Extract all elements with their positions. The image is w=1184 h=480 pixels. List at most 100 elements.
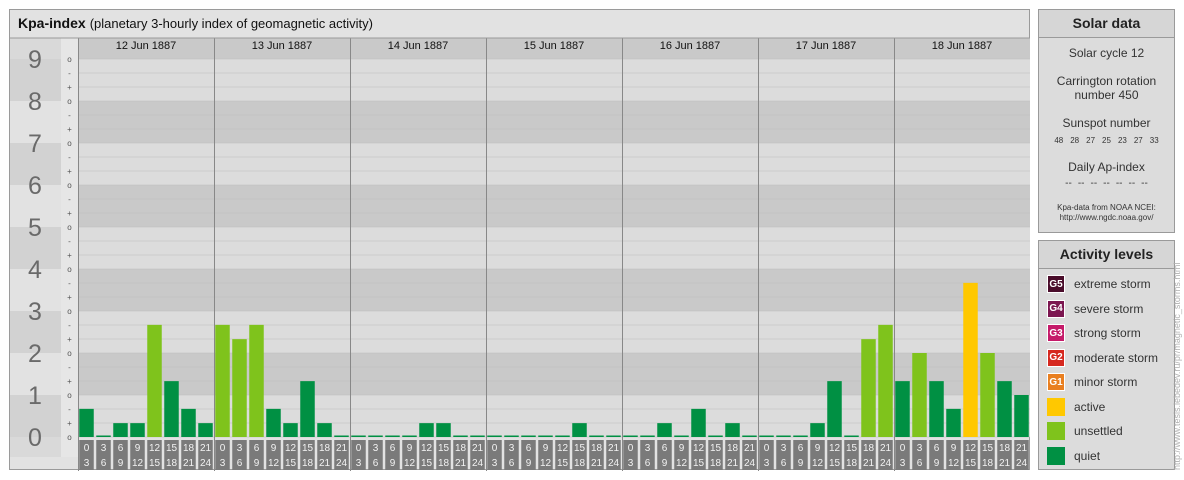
time-slot-start: 0 [628,443,634,454]
sub-tick-label: - [68,153,71,162]
sunspot-value: 25 [1102,136,1111,145]
time-slot-start: 3 [781,443,787,454]
kp-bar [997,381,1012,437]
level-swatch: G3 [1047,324,1065,343]
level-code: G1 [1049,376,1063,388]
time-slot-start: 9 [951,443,957,454]
time-slot-start: 6 [390,443,396,454]
time-slot-end: 9 [390,458,396,469]
kp-bar [538,435,553,437]
kp-bar [300,381,315,437]
day-label: 12 Jun 1887 [116,40,177,52]
time-slot-end: 18 [982,458,994,469]
time-slot-start: 18 [455,443,467,454]
time-slot-end: 15 [693,458,705,469]
time-slot-start: 0 [84,443,90,454]
source-link[interactable]: http://www.ngdc.noaa.gov/ [1039,213,1174,223]
time-slot-start: 3 [917,443,923,454]
time-slot-start: 18 [183,443,195,454]
time-slot-end: 12 [812,458,824,469]
sub-tick-label: - [68,237,71,246]
time-slot-start: 6 [118,443,124,454]
time-slot-end: 3 [84,458,90,469]
day-label: 13 Jun 1887 [252,40,313,52]
kpa-chart-panel: 0 1 2 3 4 5 6 7 8 9 o + - o + - o + - o + - o + - o + - o + - o + - o + - o 12… [9,9,1030,471]
sub-tick-label: - [68,321,71,330]
y-tick-label: 7 [28,130,42,158]
kp-bar [181,408,196,437]
level-swatch: G1 [1047,373,1065,392]
kpa-chart: 0123456789o+-o+-o+-o+-o+-o+-o+-o+-o+-o12… [10,37,1030,471]
kp-bar [283,423,298,437]
y-band [78,143,1030,185]
sub-tick-label: + [67,335,72,344]
level-extreme: G5 extreme storm [1039,272,1174,297]
time-slot-start: 15 [846,443,858,454]
sub-tick-label: - [68,279,71,288]
time-slot-start: 3 [509,443,515,454]
activity-levels-list: G5 extreme storm G4 severe storm G3 strong … [1039,269,1174,468]
time-slot-start: 6 [662,443,668,454]
time-slot-start: 21 [472,443,484,454]
kp-bar [759,435,774,437]
kp-bar [640,435,655,437]
time-slot-end: 21 [319,458,331,469]
time-slot-end: 3 [764,458,770,469]
time-slot-start: 12 [421,443,433,454]
time-slot-start: 3 [237,443,243,454]
time-slot-end: 24 [744,458,756,469]
kp-bar [980,353,995,437]
time-slot-end: 15 [829,458,841,469]
activity-levels-panel: Activity levels G5 extreme storm G4 severe… [1038,240,1175,470]
kp-bar [147,324,162,437]
level-strong: G3 strong storm [1039,321,1174,346]
time-slot-start: 15 [710,443,722,454]
kp-bar [419,423,434,437]
kp-bar [232,339,247,437]
day-label: 14 Jun 1887 [388,40,449,52]
y-band [78,227,1030,269]
time-slot-start: 21 [336,443,348,454]
level-label: moderate storm [1074,350,1159,365]
level-label: active [1074,399,1106,414]
time-slot-start: 0 [356,443,362,454]
time-slot-end: 18 [302,458,314,469]
time-slot-start: 18 [319,443,331,454]
time-slot-end: 3 [356,458,362,469]
sub-tick-label: + [67,125,72,134]
sunspot-value: 27 [1133,136,1143,145]
sunspot-value: 48 [1054,136,1064,145]
time-slot-end: 21 [863,458,875,469]
sunspot-value: 23 [1117,136,1127,145]
kp-bar [776,435,791,437]
time-slot-end: 12 [268,458,280,469]
time-slot-end: 6 [917,458,923,469]
time-slot-end: 12 [404,458,416,469]
time-slot-start: 21 [608,443,620,454]
time-slot-end: 6 [237,458,243,469]
sub-tick-label: + [67,209,72,218]
sunspot-value: 33 [1149,136,1159,145]
y-band [78,185,1030,227]
sunspot-values: 48 28 27 25 23 27 33 [1039,136,1174,145]
time-slot-start: 18 [863,443,875,454]
carrington-line2: number 450 [1074,88,1139,102]
sub-tick-label: o [67,391,72,400]
time-slot-end: 3 [628,458,634,469]
kp-bar [742,435,757,437]
ap-title: Daily Ap-index [1068,160,1145,174]
time-slot-end: 3 [220,458,226,469]
credit-text: http://www.tesis.lebedev.ru/pr/magnetic_… [1172,262,1182,470]
y-tick-label: 9 [28,46,42,74]
sub-tick-label: + [67,167,72,176]
level-code: G3 [1049,327,1063,339]
time-slot-start: 0 [492,443,498,454]
ap-value: -- [1065,178,1072,189]
ap-value: -- [1141,178,1148,189]
time-slot-end: 6 [373,458,379,469]
kp-bar [895,381,910,437]
kp-bar [674,435,689,437]
time-slot-start: 15 [982,443,994,454]
time-slot-end: 9 [254,458,260,469]
ap-value: -- [1103,178,1110,189]
